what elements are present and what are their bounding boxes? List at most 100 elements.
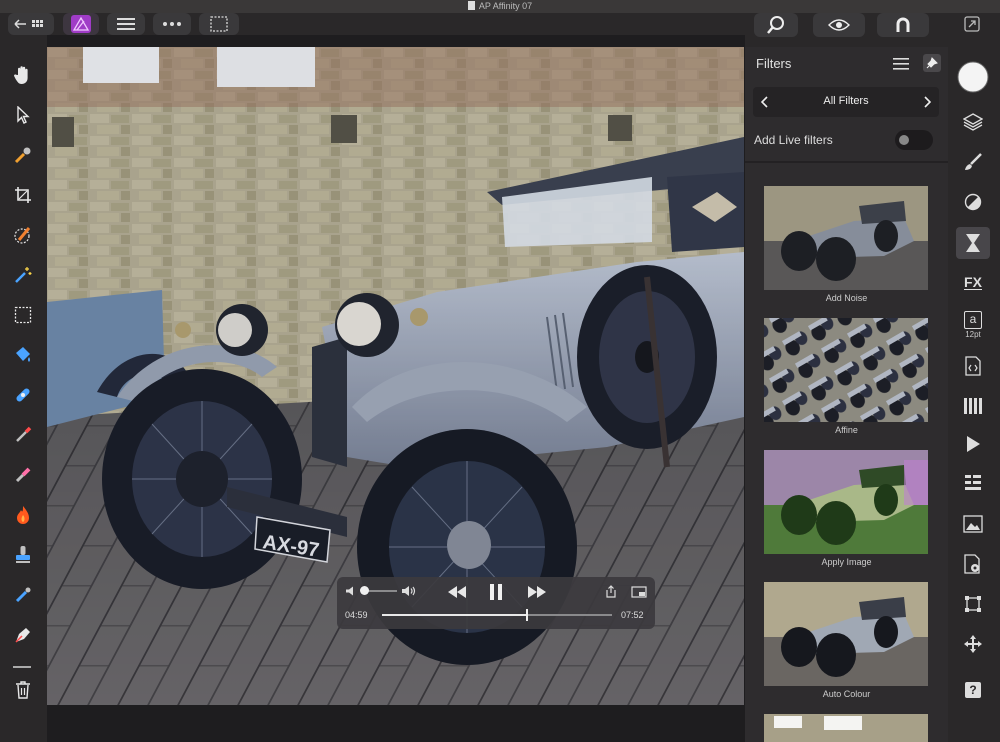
apply-image-preview (764, 450, 928, 554)
back-button[interactable] (8, 13, 54, 35)
filter-thumb-auto-colour[interactable] (764, 582, 928, 686)
panel-title: Filters (756, 56, 792, 71)
healing-brush-tool[interactable] (12, 384, 34, 406)
selection-brush-tool[interactable] (12, 224, 34, 246)
eye-icon (828, 19, 850, 31)
back-arrow-grid-icon (14, 19, 43, 29)
studio-tab-brushes[interactable] (961, 150, 985, 174)
color-picker-icon (14, 147, 31, 164)
studio-tab-channels[interactable] (961, 394, 985, 418)
crop-icon (15, 187, 31, 203)
filter-thumb-apply-image[interactable] (764, 450, 928, 554)
view-mode-button[interactable] (813, 13, 865, 37)
pin-icon (926, 57, 938, 69)
filters-panel: Filters All Filters Add Live filters Add… (745, 47, 948, 742)
brushes-icon (965, 153, 982, 170)
magic-wand-tool[interactable] (12, 264, 34, 286)
magic-wand-icon (15, 267, 32, 283)
live-filters-toggle[interactable] (895, 130, 933, 150)
crop-tool[interactable] (12, 184, 34, 206)
elapsed-time: 04:59 (345, 610, 368, 620)
clone-stamp-tool[interactable] (12, 544, 34, 566)
rewind-icon[interactable] (447, 585, 467, 599)
move-tool[interactable] (12, 104, 34, 126)
play-macro-icon (967, 436, 980, 452)
playback-playhead[interactable] (525, 609, 528, 621)
auto-colour-preview (764, 582, 928, 686)
navigator-icon (963, 515, 983, 533)
studio-tab-navigator[interactable] (961, 512, 985, 536)
studio-tab-history[interactable] (961, 472, 985, 496)
panel-menu-icon[interactable] (893, 58, 909, 70)
panel-divider (745, 161, 948, 163)
smudge-icon (15, 587, 31, 603)
chevron-right-icon[interactable] (923, 96, 931, 108)
move-icon (964, 635, 982, 653)
context-toolbar (47, 705, 744, 742)
volume-low-icon (346, 586, 353, 596)
delete-button[interactable] (12, 679, 34, 701)
filter-thumb-next[interactable] (764, 714, 928, 742)
color-picker-tool[interactable] (12, 144, 34, 166)
playback-progress-track[interactable] (382, 609, 612, 621)
menu-button[interactable] (107, 13, 145, 35)
hand-icon (14, 66, 28, 84)
volume-knob[interactable] (359, 586, 369, 595)
filter-label-apply-image: Apply Image (821, 557, 872, 567)
window-title-bar: AP Affinity 07 (0, 0, 1000, 13)
text-style-icon: a (964, 311, 982, 329)
selection-button[interactable] (199, 13, 239, 35)
tools-divider (13, 666, 31, 668)
collapse-icon (964, 16, 980, 32)
help-icon: ? (965, 682, 981, 698)
burn-icon (17, 506, 29, 524)
studio-tab-transform[interactable] (961, 592, 985, 616)
pen-icon (15, 628, 30, 643)
studio-toggle-button[interactable] (962, 14, 982, 34)
studio-tab-text-styles[interactable]: a 12pt (961, 308, 985, 342)
selection-icon (210, 16, 228, 32)
color-circle-icon (957, 61, 989, 93)
studio-tabs-bar: FX a 12pt ? (948, 13, 1000, 742)
flood-fill-tool[interactable] (12, 344, 34, 366)
burn-tool[interactable] (12, 504, 34, 526)
share-icon[interactable] (605, 585, 617, 598)
left-tools-bar (0, 35, 47, 742)
hamburger-icon (117, 18, 135, 30)
filter-thumb-affine[interactable] (764, 318, 928, 422)
transform-icon (965, 596, 981, 612)
studio-tab-macro[interactable] (961, 432, 985, 456)
marquee-tool[interactable] (12, 304, 34, 326)
studio-tab-color[interactable] (956, 60, 990, 94)
trash-icon (16, 681, 30, 699)
adjustments-icon (964, 193, 982, 211)
studio-tab-fx[interactable]: FX (961, 270, 985, 294)
studio-tab-adjustments[interactable] (961, 190, 985, 214)
pen-tool[interactable] (12, 624, 34, 646)
pause-icon[interactable] (489, 583, 503, 601)
filter-thumb-add-noise[interactable] (764, 186, 928, 290)
help-button[interactable]: ? (961, 678, 985, 702)
code-icon (965, 356, 981, 376)
filter-label-auto-colour: Auto Colour (822, 689, 871, 699)
hand-tool[interactable] (12, 64, 34, 86)
pin-panel-button[interactable] (923, 54, 941, 72)
studio-tab-settings[interactable] (961, 552, 985, 576)
persona-button[interactable] (63, 13, 99, 35)
snapping-button[interactable] (877, 13, 929, 37)
paint-brush-tool[interactable] (12, 424, 34, 446)
studio-tab-code[interactable] (961, 354, 985, 378)
zoom-button[interactable] (754, 13, 798, 37)
more-button[interactable] (153, 13, 191, 35)
studio-tab-filters[interactable] (956, 227, 990, 259)
studio-tab-move[interactable] (961, 632, 985, 656)
selection-brush-icon (14, 227, 31, 244)
picture-in-picture-icon[interactable] (631, 586, 647, 598)
studio-tab-layers[interactable] (961, 110, 985, 134)
filter-category-nav: All Filters (753, 87, 939, 117)
fast-forward-icon[interactable] (527, 585, 547, 599)
smudge-tool[interactable] (12, 584, 34, 606)
eraser-tool[interactable] (12, 464, 34, 486)
document-canvas[interactable]: AX-97 04:59 07:52 (47, 47, 744, 705)
filter-category-label[interactable]: All Filters (753, 95, 939, 107)
